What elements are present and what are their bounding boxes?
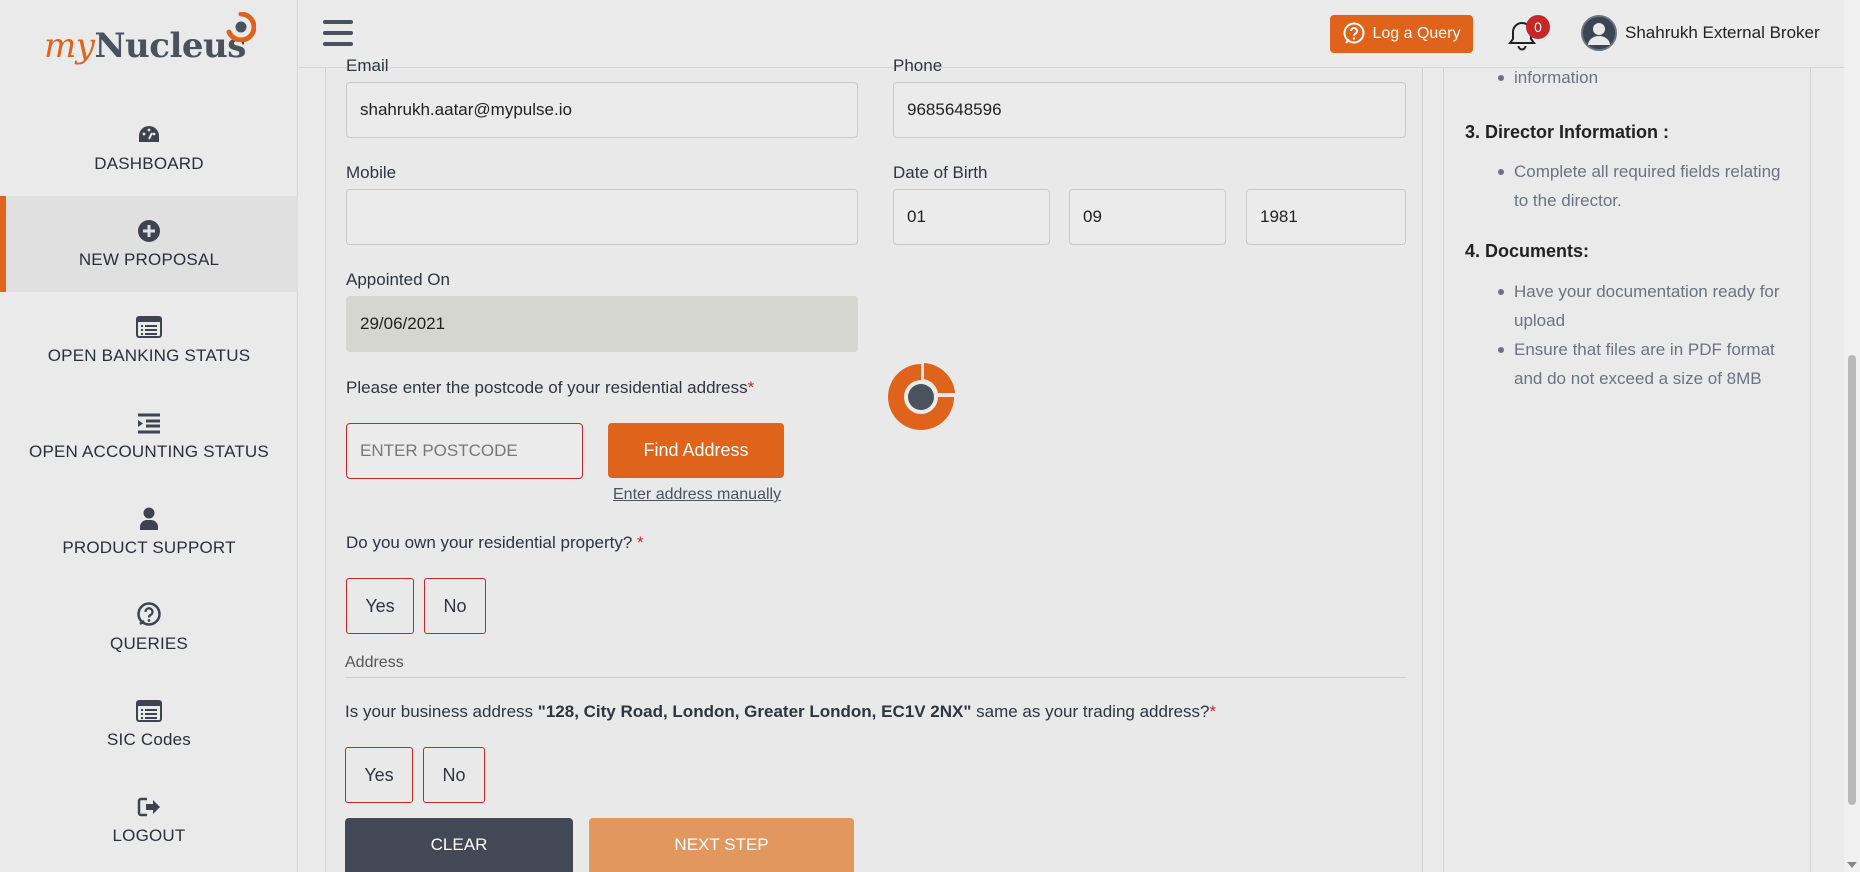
question-bubble-icon <box>1343 22 1365 44</box>
own-property-yes-button[interactable]: Yes <box>346 578 414 634</box>
address-section-title: Address <box>345 654 404 671</box>
sidebar-item-open-banking-status[interactable]: OPEN BANKING STATUS <box>0 292 298 388</box>
sidebar-item-label: QUERIES <box>110 634 188 653</box>
scrollbar-thumb[interactable] <box>1848 355 1856 805</box>
postcode-question-text: Please enter the postcode of your reside… <box>346 378 748 397</box>
dob-label: Date of Birth <box>893 163 988 182</box>
hamburger-menu-icon[interactable] <box>323 20 353 46</box>
user-name: Shahrukh External Broker <box>1625 23 1820 42</box>
business-address-value: "128, City Road, London, Greater London,… <box>537 702 972 721</box>
user-avatar-icon <box>1581 15 1617 51</box>
sidebar-item-logout[interactable]: LOGOUT <box>0 772 298 868</box>
question-circle-icon <box>136 602 162 628</box>
dob-year-field[interactable]: 1981 <box>1246 189 1406 245</box>
sidebar-item-label: DASHBOARD <box>94 154 204 173</box>
list-window-icon <box>136 698 162 724</box>
address-divider <box>345 677 1406 678</box>
log-query-label: Log a Query <box>1372 25 1461 42</box>
page-scrollbar[interactable] <box>1844 0 1860 872</box>
director-form: Email shahrukh.aatar@mypulse.io Phone 96… <box>325 56 1423 872</box>
help-item-pdf-format: Ensure that files are in PDF format and … <box>1498 335 1794 393</box>
help-item-documentation-ready: Have your documentation ready for upload <box>1498 277 1794 335</box>
sidebar-item-label: OPEN ACCOUNTING STATUS <box>29 442 269 461</box>
logo-mark-icon <box>226 12 256 42</box>
plus-circle-icon <box>136 218 162 244</box>
loading-spinner-icon <box>888 363 955 430</box>
email-field[interactable]: shahrukh.aatar@mypulse.io <box>346 82 858 138</box>
sidebar-item-dashboard[interactable]: DASHBOARD <box>0 100 298 196</box>
required-mark: * <box>637 533 644 552</box>
mynucleus-logo[interactable]: myNucleus <box>44 12 264 72</box>
dob-month-field[interactable]: 09 <box>1069 189 1226 245</box>
own-property-question-text: Do you own your residential property? <box>346 533 638 552</box>
sidebar-item-label: OPEN BANKING STATUS <box>47 346 251 365</box>
next-step-button[interactable]: NEXT STEP <box>589 818 854 872</box>
user-icon <box>136 506 162 532</box>
sidebar-item-label: NEW PROPOSAL <box>78 250 220 269</box>
sidebar: myNucleus DASHBOARD NEW PROPOSAL OPEN BA… <box>0 0 298 872</box>
notification-count-badge: 0 <box>1526 15 1550 39</box>
sidebar-item-label: PRODUCT SUPPORT <box>62 538 236 557</box>
indent-list-icon <box>136 410 162 436</box>
logo-text-my: my <box>44 26 95 66</box>
sidebar-nav: DASHBOARD NEW PROPOSAL OPEN BANKING STAT… <box>0 100 298 868</box>
list-window-icon <box>136 314 162 340</box>
mobile-label: Mobile <box>346 163 397 182</box>
required-mark: * <box>747 378 755 397</box>
dob-day-field[interactable]: 01 <box>893 189 1050 245</box>
sidebar-item-queries[interactable]: QUERIES <box>0 580 298 676</box>
find-address-button[interactable]: Find Address <box>608 423 784 478</box>
director-information-heading: 3. Director Information : <box>1465 122 1670 142</box>
clear-button[interactable]: CLEAR <box>345 818 573 872</box>
same-address-no-button[interactable]: No <box>423 747 485 803</box>
sidebar-item-new-proposal[interactable]: NEW PROPOSAL <box>0 196 298 292</box>
mobile-field[interactable] <box>346 189 858 245</box>
top-bar: Log a Query 0 Shahrukh External Broker <box>299 0 1844 68</box>
business-question-suffix: same as your trading address? <box>971 702 1210 721</box>
sidebar-item-product-support[interactable]: PRODUCT SUPPORT <box>0 484 298 580</box>
appointed-on-field: 29/06/2021 <box>346 296 858 352</box>
sidebar-item-open-accounting-status[interactable]: OPEN ACCOUNTING STATUS <box>0 388 298 484</box>
appointed-on-label: Appointed On <box>346 270 450 289</box>
own-property-no-button[interactable]: No <box>424 578 486 634</box>
business-question-prefix: Is your business address <box>345 702 538 721</box>
help-panel: information 3. Director Information : Co… <box>1443 68 1811 872</box>
log-query-button[interactable]: Log a Query <box>1330 15 1473 53</box>
logout-icon <box>136 794 162 820</box>
help-item-director-fields: Complete all required fields relating to… <box>1498 157 1794 215</box>
email-label: Email <box>346 56 389 75</box>
postcode-input[interactable]: ENTER POSTCODE <box>346 423 583 479</box>
help-item-information: information <box>1498 63 1794 92</box>
documents-heading: 4. Documents: <box>1465 241 1590 261</box>
postcode-question: Please enter the postcode of your reside… <box>346 378 754 398</box>
sidebar-item-label: SIC Codes <box>106 730 191 749</box>
dashboard-gauge-icon <box>136 122 162 148</box>
user-menu[interactable]: Shahrukh External Broker <box>1581 15 1820 51</box>
own-property-question: Do you own your residential property? * <box>346 533 644 553</box>
phone-field[interactable]: 9685648596 <box>893 82 1406 138</box>
postcode-placeholder: ENTER POSTCODE <box>360 441 518 460</box>
sidebar-item-label: LOGOUT <box>112 826 186 845</box>
logo-text-nucleus: Nucleus <box>94 26 246 66</box>
enter-address-manually-link[interactable]: Enter address manually <box>613 486 781 504</box>
sidebar-item-sic-codes[interactable]: SIC Codes <box>0 676 298 772</box>
phone-label: Phone <box>893 56 943 75</box>
same-address-yes-button[interactable]: Yes <box>345 747 413 803</box>
required-mark: * <box>1209 702 1217 721</box>
scroll-down-arrow-icon[interactable] <box>1847 862 1857 868</box>
business-address-question: Is your business address "128, City Road… <box>345 702 1216 722</box>
